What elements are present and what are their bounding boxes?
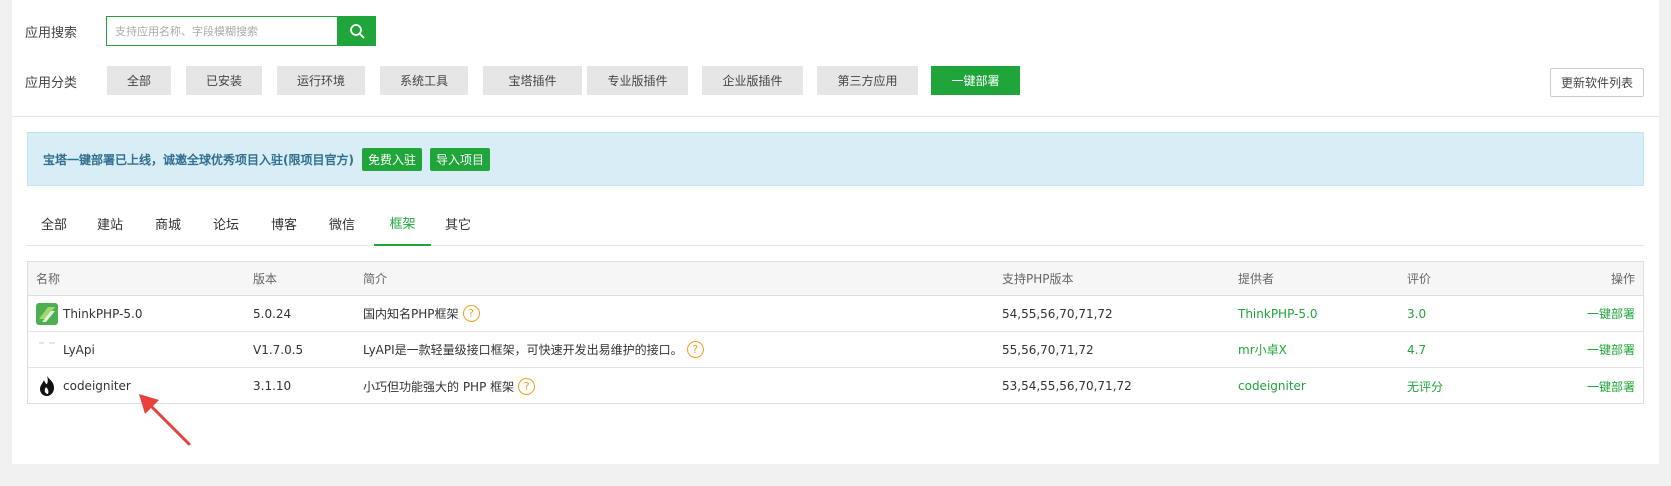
app-description: LyAPI是一款轻量级接口框架，可快速开发出易维护的接口。 — [363, 343, 683, 357]
category-label: 应用分类 — [25, 76, 78, 91]
app-description-cell: LyAPI是一款轻量级接口框架，可快速开发出易维护的接口。 ? — [363, 332, 704, 367]
app-name-cell: LyApi — [36, 332, 95, 367]
header-action: 操作 — [1610, 272, 1635, 286]
tab-other[interactable]: 其它 — [431, 200, 485, 246]
tab-wechat[interactable]: 微信 — [315, 200, 369, 246]
notice-banner: 宝塔一键部署已上线，诚邀全球优秀项目入驻(限项目官方) 免费入驻 导入项目 — [27, 132, 1644, 186]
app-version: V1.7.0.5 — [253, 342, 304, 357]
one-click-deploy-link[interactable]: 一键部署 — [1587, 368, 1635, 404]
one-click-deploy-link[interactable]: 一键部署 — [1587, 332, 1635, 367]
rating: 3.0 — [1407, 306, 1427, 321]
category-all-button[interactable]: 全部 — [107, 66, 171, 95]
table-row: ThinkPHP-5.0 5.0.24 国内知名PHP框架 ? 54,55,56… — [28, 296, 1643, 332]
app-name-cell: ThinkPHP-5.0 — [36, 296, 142, 331]
lyapi-icon — [36, 339, 58, 361]
table-header: 名称 版本 简介 支持PHP版本 提供者 评价 操作 — [28, 262, 1643, 296]
app-store-panel: 应用搜索 应用分类 全部 已安装 运行环境 系统工具 宝塔插件 专业版插件 企业… — [12, 0, 1659, 464]
header-provider: 提供者 — [1238, 272, 1275, 286]
search-button[interactable] — [338, 16, 376, 46]
php-versions: 54,55,56,70,71,72 — [1002, 306, 1113, 321]
red-arrow-annotation — [139, 394, 191, 446]
app-description: 国内知名PHP框架 — [363, 307, 459, 321]
app-version: 5.0.24 — [253, 306, 292, 321]
app-description: 小巧但功能强大的 PHP 框架 — [363, 379, 515, 394]
tab-all[interactable]: 全部 — [27, 200, 81, 246]
tab-website[interactable]: 建站 — [83, 200, 137, 246]
tab-blog[interactable]: 博客 — [257, 200, 311, 246]
category-one-click-deploy-button[interactable]: 一键部署 — [931, 66, 1020, 95]
app-version: 3.1.10 — [253, 379, 292, 393]
provider-link[interactable]: ThinkPHP-5.0 — [1238, 296, 1317, 331]
import-project-button[interactable]: 导入项目 — [430, 147, 491, 171]
header-rating: 评价 — [1407, 272, 1432, 286]
search-icon — [350, 24, 365, 39]
tab-shop[interactable]: 商城 — [141, 200, 195, 246]
app-name-cell: codeigniter — [36, 368, 131, 404]
codeigniter-flame-icon — [36, 375, 58, 397]
header-description: 简介 — [363, 272, 388, 286]
search-box — [106, 16, 338, 46]
header-name: 名称 — [36, 272, 61, 286]
table-row: codeigniter 3.1.10 小巧但功能强大的 PHP 框架 ? 53,… — [28, 368, 1643, 404]
search-label: 应用搜索 — [25, 26, 78, 41]
provider-link[interactable]: codeigniter — [1238, 368, 1306, 404]
tab-forum[interactable]: 论坛 — [199, 200, 253, 246]
help-icon[interactable]: ? — [686, 341, 704, 358]
php-versions: 55,56,70,71,72 — [1002, 342, 1094, 357]
app-table: 名称 版本 简介 支持PHP版本 提供者 评价 操作 ThinkPHP-5.0 … — [27, 261, 1644, 404]
header-php-version: 支持PHP版本 — [1002, 272, 1074, 286]
category-enterprise-plugins-button[interactable]: 企业版插件 — [702, 66, 803, 95]
category-pro-plugins-button[interactable]: 专业版插件 — [587, 66, 688, 95]
deploy-category-tabs: 全部 建站 商城 论坛 博客 微信 框架 其它 — [27, 200, 1644, 246]
category-runtime-button[interactable]: 运行环境 — [277, 66, 365, 95]
category-system-tools-button[interactable]: 系统工具 — [380, 66, 468, 95]
notice-text: 宝塔一键部署已上线，诚邀全球优秀项目入驻(限项目官方) — [43, 152, 354, 167]
category-third-party-button[interactable]: 第三方应用 — [817, 66, 918, 95]
app-name: codeigniter — [63, 379, 131, 393]
tab-framework[interactable]: 框架 — [374, 200, 431, 246]
header-version: 版本 — [253, 272, 278, 286]
filter-area: 应用搜索 应用分类 全部 已安装 运行环境 系统工具 宝塔插件 专业版插件 企业… — [12, 0, 1659, 117]
table-row: LyApi V1.7.0.5 LyAPI是一款轻量级接口框架，可快速开发出易维护… — [28, 332, 1643, 368]
thinkphp-icon — [36, 302, 58, 325]
app-name: ThinkPHP-5.0 — [63, 306, 143, 321]
rating: 无评分 — [1407, 379, 1444, 394]
help-icon[interactable]: ? — [462, 305, 480, 322]
app-description-cell: 国内知名PHP框架 ? — [363, 296, 480, 331]
refresh-software-list-button[interactable]: 更新软件列表 — [1550, 68, 1644, 97]
provider-link[interactable]: mr小卓X — [1238, 332, 1287, 367]
app-description-cell: 小巧但功能强大的 PHP 框架 ? — [363, 368, 536, 404]
search-input[interactable] — [107, 17, 337, 45]
category-bt-plugins-button[interactable]: 宝塔插件 — [483, 66, 582, 95]
category-installed-button[interactable]: 已安装 — [186, 66, 262, 95]
one-click-deploy-link[interactable]: 一键部署 — [1587, 296, 1635, 331]
php-versions: 53,54,55,56,70,71,72 — [1002, 379, 1132, 393]
free-join-button[interactable]: 免费入驻 — [361, 147, 422, 171]
help-icon[interactable]: ? — [518, 377, 536, 395]
rating: 4.7 — [1407, 342, 1427, 357]
app-name: LyApi — [63, 342, 95, 357]
